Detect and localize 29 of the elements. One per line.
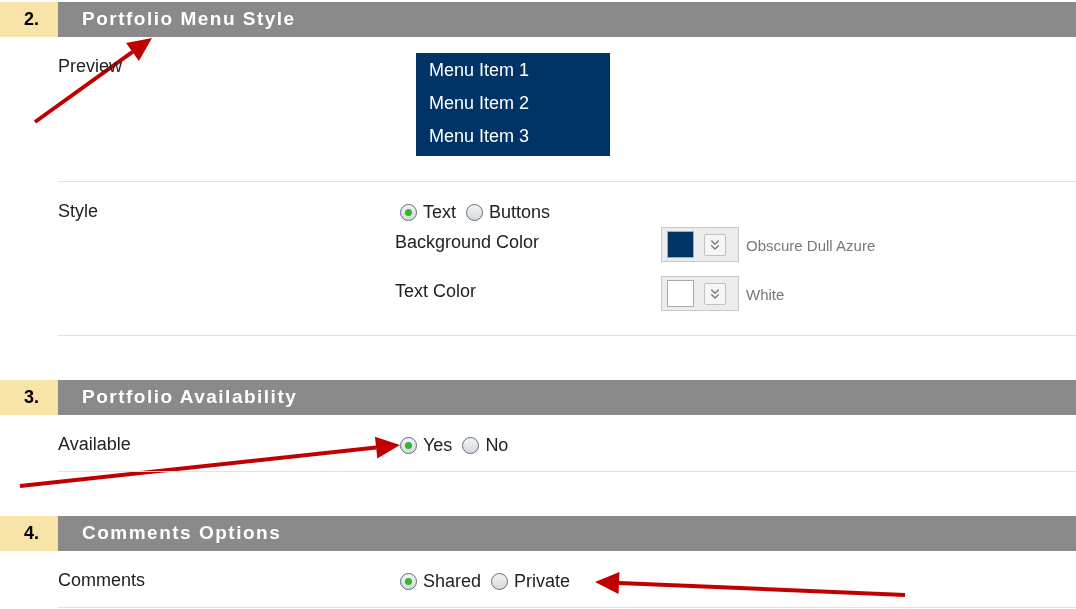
radio-option[interactable]: Text: [400, 198, 456, 226]
field-label: Text Color: [395, 280, 478, 303]
color-picker[interactable]: [661, 276, 739, 311]
radio-button[interactable]: [400, 203, 417, 221]
section-number: 2.: [0, 2, 58, 37]
section-title: Portfolio Menu Style: [58, 2, 1076, 37]
section-number: 4.: [0, 516, 58, 551]
chevrons-down-icon[interactable]: [704, 282, 726, 305]
radio-option[interactable]: No: [462, 431, 509, 459]
color-name: White: [746, 285, 785, 305]
radio-option[interactable]: Private: [491, 567, 571, 595]
radio-button[interactable]: [462, 436, 480, 454]
radio-button[interactable]: [400, 572, 417, 590]
radio-option[interactable]: Shared: [400, 567, 482, 595]
chevrons-down-icon[interactable]: [704, 233, 726, 256]
field-label: Background Color: [395, 231, 541, 254]
radio-button[interactable]: [400, 436, 417, 454]
row-label: Available: [58, 434, 131, 454]
section-title: Comments Options: [58, 516, 1076, 551]
section-number: 3.: [0, 380, 58, 415]
radio-option[interactable]: Yes: [400, 431, 453, 459]
section-title: Portfolio Availability: [58, 380, 1076, 415]
radio-button[interactable]: [491, 572, 509, 590]
radio-option[interactable]: Buttons: [466, 198, 551, 226]
radio-button[interactable]: [466, 203, 483, 221]
row-label: Comments: [58, 570, 146, 590]
color-picker[interactable]: [661, 227, 739, 262]
color-name: Obscure Dull Azure: [746, 236, 876, 256]
row-label: Style: [58, 201, 99, 221]
